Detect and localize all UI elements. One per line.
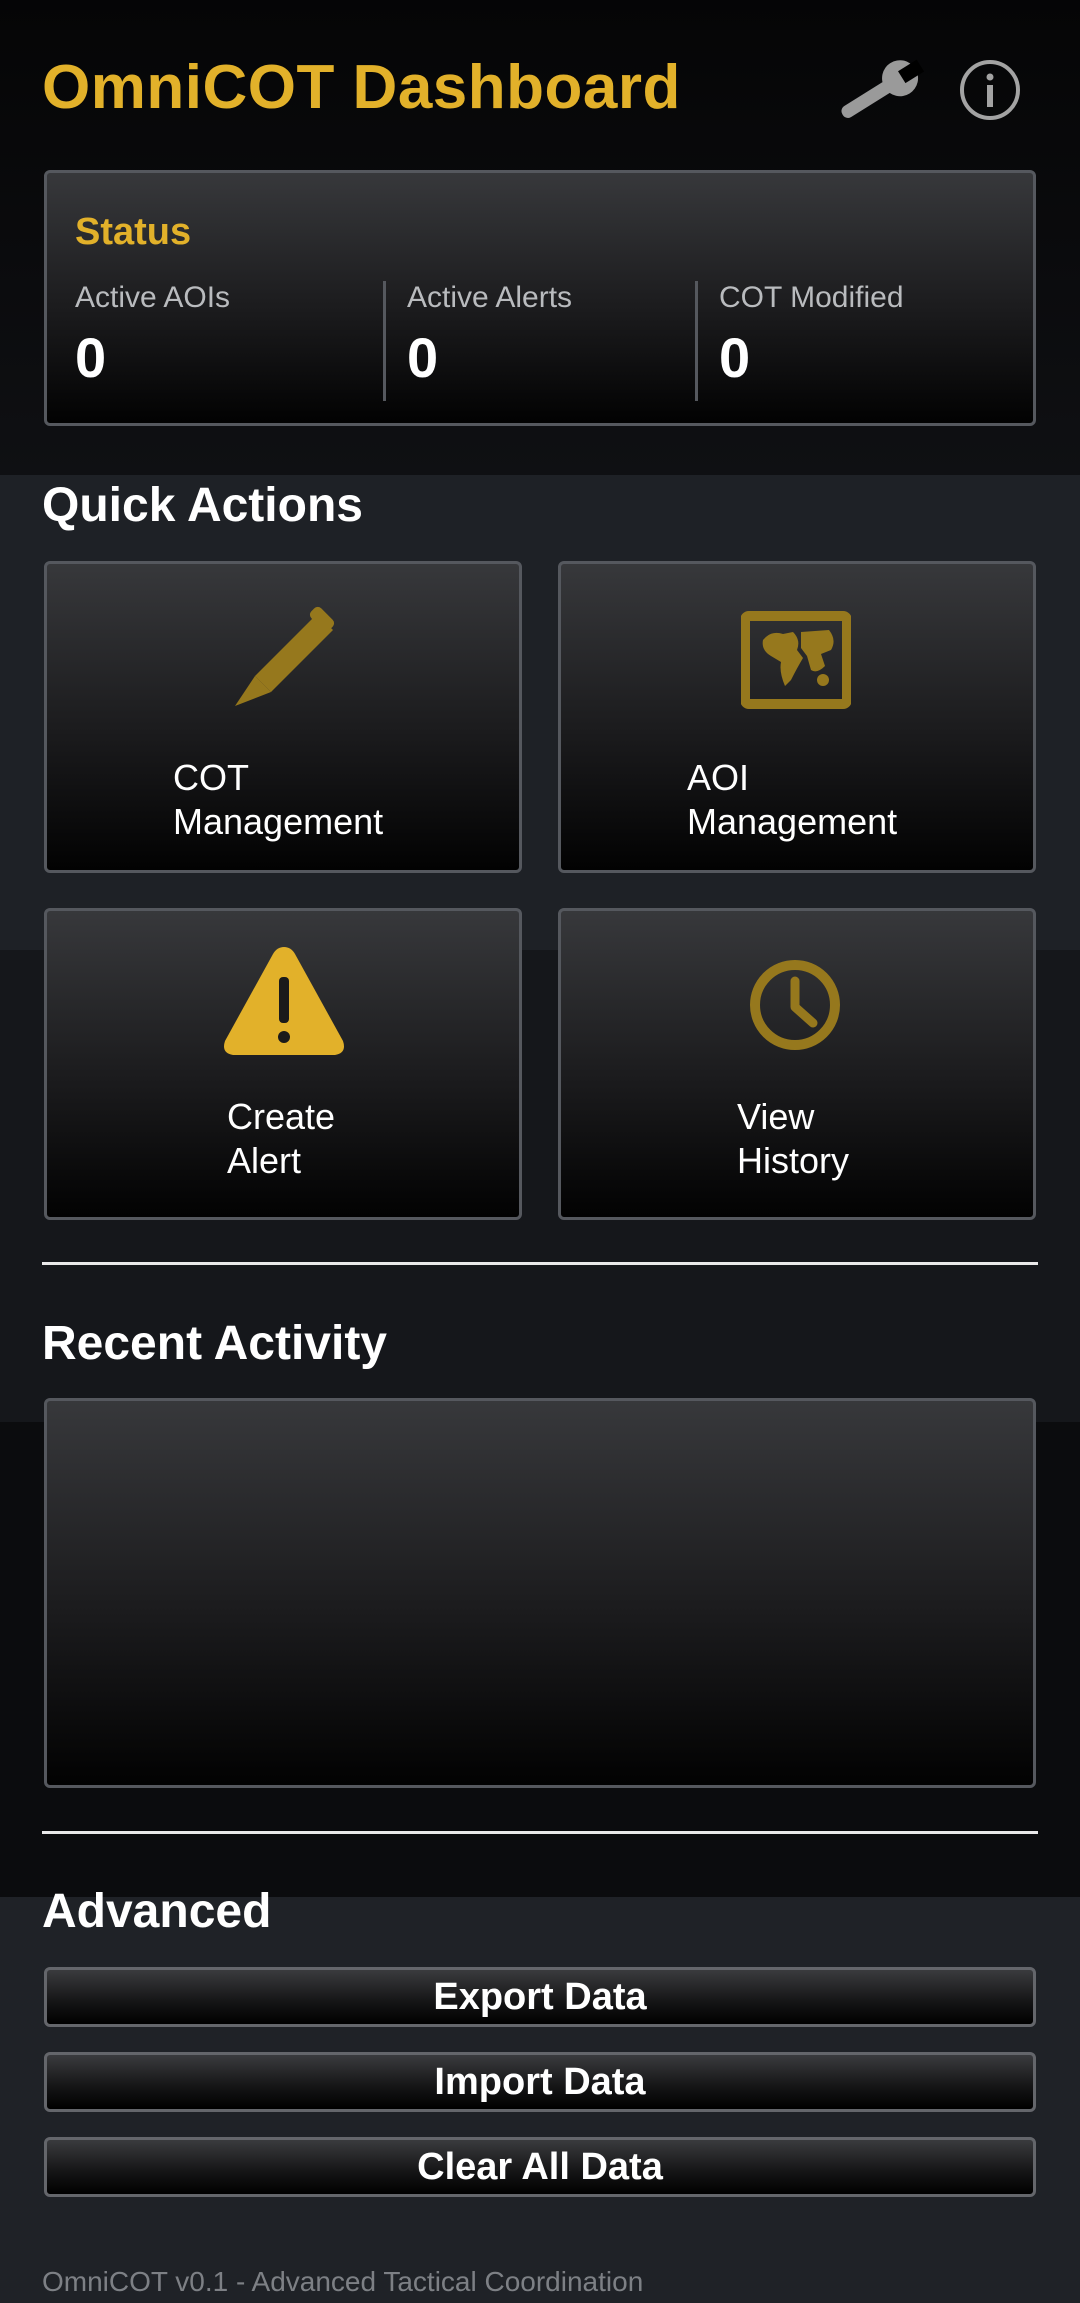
clock-icon [747,957,843,1058]
stat-active-aois: Active AOIs 0 [75,281,230,390]
stat-divider [695,281,698,401]
recent-activity-title: Recent Activity [42,1317,387,1370]
tile-label: COT Management [173,756,383,844]
stat-label: Active Alerts [407,281,573,314]
wrench-icon[interactable] [828,52,928,132]
recent-activity-panel [44,1398,1036,1788]
stat-value: 0 [407,326,439,389]
pencil-icon [225,602,345,727]
tile-label: Create Alert [227,1095,335,1183]
import-data-button[interactable]: Import Data [44,2052,1036,2112]
status-title: Status [75,211,192,253]
tile-label-line: Management [687,801,898,842]
status-card: Status Active AOIs 0 Active Alerts 0 COT… [44,170,1036,426]
aoi-management-tile[interactable]: AOI Management [558,561,1036,873]
app-title: OmniCOT Dashboard [42,53,681,122]
view-history-tile[interactable]: View History [558,908,1036,1220]
stat-cot-modified: COT Modified 0 [719,281,904,390]
stat-label: COT Modified [719,281,904,314]
stat-active-alerts: Active Alerts 0 [407,281,572,390]
tile-label-line: Create [227,1096,336,1137]
tile-label-line: AOI [687,757,750,798]
stat-value: 0 [719,326,751,389]
tile-label-line: History [737,1140,850,1181]
section-divider [42,1831,1038,1834]
tile-label-line: Management [173,801,384,842]
section-divider [42,1262,1038,1265]
stat-value: 0 [75,326,107,389]
tile-label: View History [737,1095,849,1183]
clear-all-data-button[interactable]: Clear All Data [44,2137,1036,2197]
tile-label-line: Alert [227,1140,302,1181]
quick-actions-title: Quick Actions [42,479,363,532]
advanced-title: Advanced [42,1885,272,1938]
footer-version: OmniCOT v0.1 - Advanced Tactical Coordin… [42,2266,644,2297]
info-icon[interactable] [958,58,1022,122]
export-data-button[interactable]: Export Data [44,1967,1036,2027]
stat-label: Active AOIs [75,281,231,314]
tile-label-line: COT [173,757,249,798]
tile-label: AOI Management [687,756,897,844]
cot-management-tile[interactable]: COT Management [44,561,522,873]
stat-divider [383,281,386,401]
tile-label-line: View [737,1096,815,1137]
map-icon [740,610,852,715]
dashboard-page: OmniCOT Dashboard Status Active AOIs 0 A… [0,0,1080,2303]
warning-icon [219,941,349,1066]
create-alert-tile[interactable]: Create Alert [44,908,522,1220]
